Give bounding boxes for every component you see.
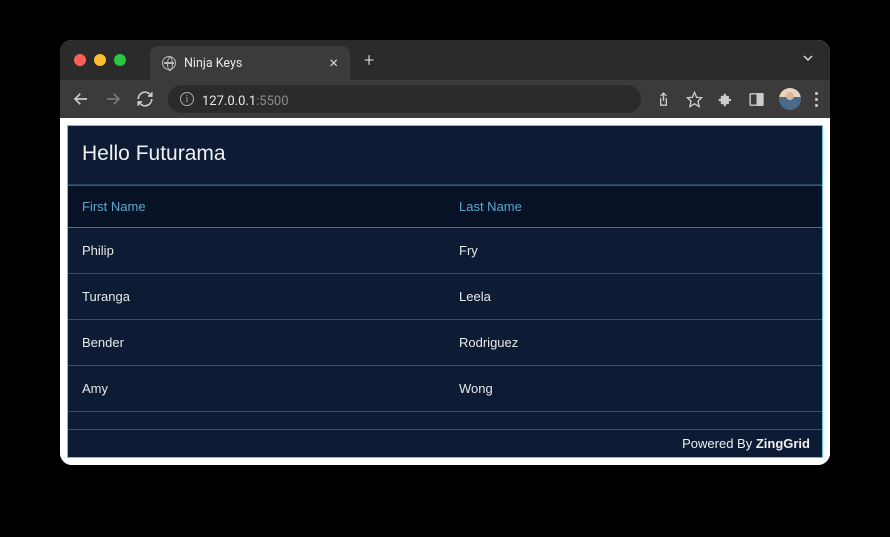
data-grid: Hello Futurama First Name Last Name Phil… [67, 125, 823, 458]
grid-caption: Hello Futurama [68, 126, 822, 185]
page-content: Hello Futurama First Name Last Name Phil… [60, 118, 830, 465]
extensions-icon[interactable] [717, 91, 734, 108]
back-button[interactable] [72, 90, 90, 108]
table-row[interactable]: Bender Rodriguez [68, 320, 822, 366]
column-header-last-name[interactable]: Last Name [445, 186, 822, 227]
window-close-button[interactable] [74, 54, 86, 66]
share-icon[interactable] [655, 91, 672, 108]
window-maximize-button[interactable] [114, 54, 126, 66]
star-icon[interactable] [686, 91, 703, 108]
cell-first-name: Amy [68, 366, 445, 411]
url-port: :5500 [256, 94, 288, 109]
cell-last-name: Leela [445, 274, 822, 319]
browser-tab[interactable]: Ninja Keys × [150, 46, 350, 80]
cell-first-name: Philip [68, 228, 445, 273]
table-row[interactable]: Philip Fry [68, 228, 822, 274]
kebab-menu-icon[interactable] [815, 92, 818, 107]
toolbar-right [655, 88, 818, 110]
address-bar[interactable]: i 127.0.0.1:5500 [168, 85, 641, 113]
grid-footer: Powered By ZingGrid [68, 429, 822, 457]
window-minimize-button[interactable] [94, 54, 106, 66]
profile-avatar[interactable] [779, 88, 801, 110]
reload-button[interactable] [136, 90, 154, 108]
column-header-first-name[interactable]: First Name [68, 186, 445, 227]
cell-first-name: Turanga [68, 274, 445, 319]
cell-last-name: Fry [445, 228, 822, 273]
grid-body: Philip Fry Turanga Leela Bender Rodrigue… [68, 228, 822, 429]
footer-text: Powered By [682, 436, 756, 451]
url-host: 127.0.0.1 [202, 94, 256, 109]
cell-last-name: Wong [445, 366, 822, 411]
toolbar: i 127.0.0.1:5500 [60, 80, 830, 118]
footer-brand[interactable]: ZingGrid [756, 436, 810, 451]
titlebar: Ninja Keys × + [60, 40, 830, 80]
table-row[interactable]: Amy Wong [68, 366, 822, 412]
panel-icon[interactable] [748, 91, 765, 108]
window-controls [74, 54, 126, 66]
cell-last-name: Rodriguez [445, 320, 822, 365]
globe-icon [162, 56, 176, 70]
tab-title: Ninja Keys [184, 56, 321, 71]
chevron-down-icon[interactable] [800, 50, 816, 70]
grid-header: First Name Last Name [68, 185, 822, 228]
site-info-icon[interactable]: i [180, 92, 194, 106]
browser-window: Ninja Keys × + i 127.0.0.1:5500 [60, 40, 830, 465]
table-row[interactable]: Turanga Leela [68, 274, 822, 320]
new-tab-button[interactable]: + [364, 50, 374, 71]
forward-button[interactable] [104, 90, 122, 108]
close-icon[interactable]: × [329, 55, 338, 71]
cell-first-name: Bender [68, 320, 445, 365]
